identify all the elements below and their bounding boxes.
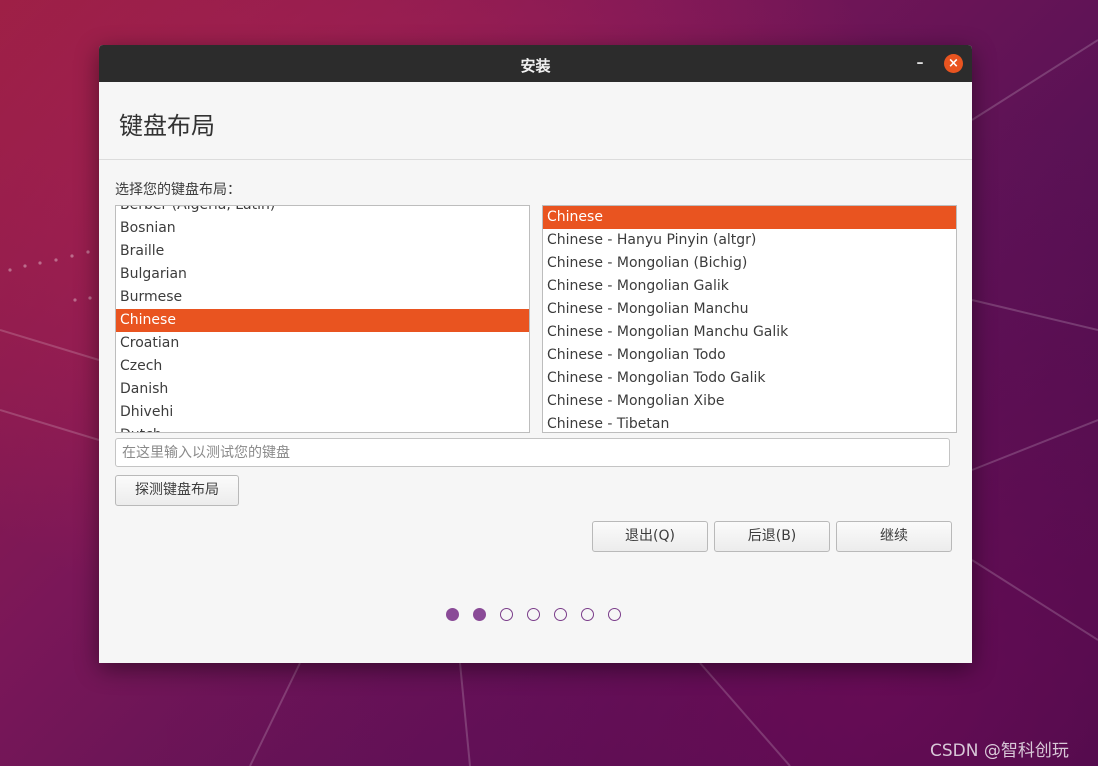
layout-list-item[interactable]: Burmese [116,286,529,309]
layout-list-item[interactable]: Bulgarian [116,263,529,286]
layout-list-item[interactable]: Berber (Algeria, Latin) [116,206,529,217]
progress-dot [581,608,594,621]
keyboard-layout-list[interactable]: Berber (Algeria, Latin) Bosnian Braille Bul… [115,205,530,433]
layout-prompt-label: 选择您的键盘布局： [115,182,241,198]
window-title: 安装 [520,57,551,75]
layout-list-item[interactable]: Croatian [116,332,529,355]
layout-list-item[interactable]: Danish [116,378,529,401]
progress-dot [554,608,567,621]
layout-list-item[interactable]: Bosnian [116,217,529,240]
page-header: 键盘布局 [99,82,972,160]
variant-list-item[interactable]: Chinese - Tibetan [543,413,956,432]
progress-dot [446,608,459,621]
layout-list-item[interactable]: Braille [116,240,529,263]
keyboard-variant-list[interactable]: Chinese Chinese - Hanyu Pinyin (altgr) Chi… [542,205,957,433]
layout-list-item[interactable]: Dhivehi [116,401,529,424]
watermark: CSDN @智科创玩 [930,741,1069,761]
progress-dot [473,608,486,621]
variant-list-item[interactable]: Chinese - Hanyu Pinyin (altgr) [543,229,956,252]
variant-list-item[interactable]: Chinese - Mongolian Todo [543,344,956,367]
variant-list-item[interactable]: Chinese - Mongolian Manchu Galik [543,321,956,344]
title-bar[interactable]: 安装 – × [99,45,972,82]
layout-list-item[interactable]: Dutch [116,424,529,432]
variant-list-item[interactable]: Chinese - Mongolian Todo Galik [543,367,956,390]
installer-window: 安装 – × 键盘布局 选择您的键盘布局： Berber (Algeria, L… [99,45,972,663]
variant-list-item[interactable]: Chinese - Mongolian Xibe [543,390,956,413]
progress-dot [500,608,513,621]
quit-button[interactable]: 退出(Q) [592,521,708,552]
variant-list-item[interactable]: Chinese - Mongolian (Bichig) [543,252,956,275]
variant-list-item[interactable]: Chinese [543,206,956,229]
page-title: 键盘布局 [119,112,215,140]
close-button[interactable]: × [944,54,963,73]
detect-layout-button[interactable]: 探测键盘布局 [115,475,239,506]
progress-dot [527,608,540,621]
keyboard-test-input[interactable] [115,438,950,467]
back-button[interactable]: 后退(B) [714,521,830,552]
variant-list-item[interactable]: Chinese - Mongolian Manchu [543,298,956,321]
layout-list-item[interactable]: Czech [116,355,529,378]
progress-dot [608,608,621,621]
minimize-button[interactable]: – [911,51,929,75]
layout-list-item[interactable]: Chinese [116,309,529,332]
variant-list-item[interactable]: Chinese - Mongolian Galik [543,275,956,298]
continue-button[interactable]: 继续 [836,521,952,552]
